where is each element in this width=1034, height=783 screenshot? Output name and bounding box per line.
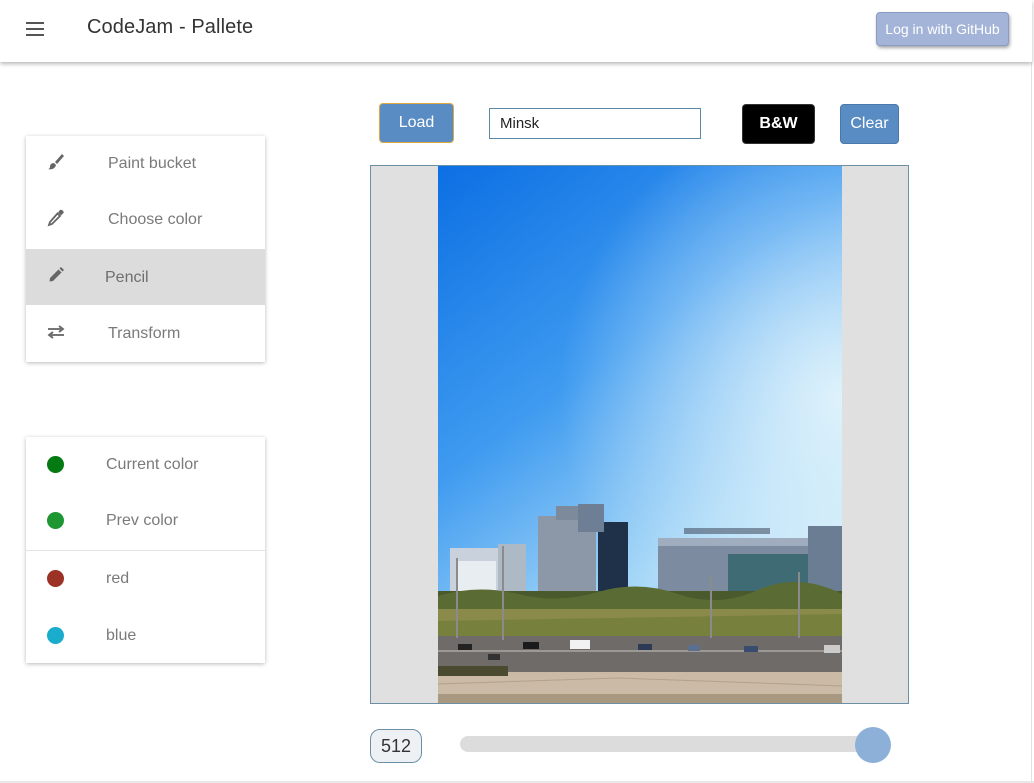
prev-color-item[interactable]: Prev color [26,493,265,549]
blue-color-label: blue [106,627,137,644]
window-right-border [1031,0,1032,783]
pencil-icon [49,267,64,282]
load-button[interactable]: Load [379,103,454,143]
swap-arrows-icon [47,325,65,339]
city-photo [438,166,842,703]
tool-choose-color[interactable]: Choose color [26,192,265,248]
current-color-item[interactable]: Current color [26,437,265,493]
eyedropper-icon [47,209,64,227]
prev-color-label: Prev color [106,512,179,529]
canvas-size-slider-track[interactable] [460,736,870,752]
hamburger-menu-icon[interactable] [24,19,48,39]
preset-color-red[interactable]: red [26,551,265,607]
preset-color-blue[interactable]: blue [26,608,265,664]
tool-label-pencil: Pencil [105,269,149,286]
blue-color-swatch [47,627,64,644]
colors-panel: Current color Prev color red blue [26,437,265,663]
drawing-canvas[interactable] [370,165,909,704]
app-title: CodeJam - Pallete [87,16,254,38]
red-color-label: red [106,570,130,587]
red-color-swatch [47,570,64,587]
current-color-label: Current color [106,456,199,473]
github-login-button[interactable]: Log in with GitHub [876,12,1009,46]
town-input[interactable] [489,108,701,139]
tool-pencil[interactable]: Pencil [26,249,265,305]
canvas-size-slider-thumb[interactable] [855,727,891,763]
tool-label-transform: Transform [108,325,181,342]
current-color-swatch [47,456,64,473]
black-white-button[interactable]: B&W [742,104,815,144]
canvas-size-value: 512 [370,729,422,763]
app-header: CodeJam - Pallete Log in with GitHub [0,0,1032,62]
tool-transform[interactable]: Transform [26,306,265,362]
tool-label-choose-color: Choose color [108,211,203,228]
clear-button[interactable]: Clear [840,104,899,144]
prev-color-swatch [47,512,64,529]
tool-paint-bucket[interactable]: Paint bucket [26,136,265,192]
brush-icon [48,154,64,170]
tool-label-paint-bucket: Paint bucket [108,155,197,172]
tools-panel: Paint bucket Choose color Pencil Transfo… [26,136,265,362]
